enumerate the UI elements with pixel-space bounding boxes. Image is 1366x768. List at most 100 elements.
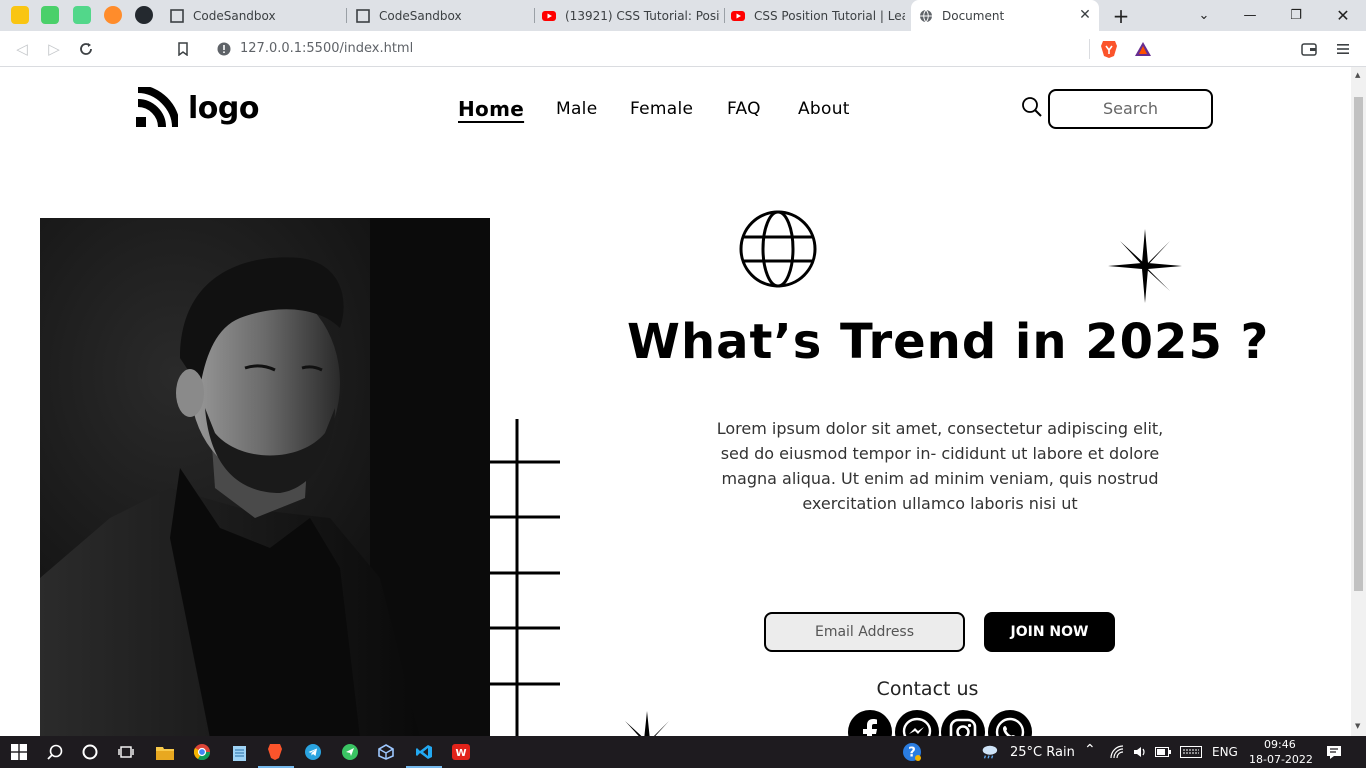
site-logo[interactable]: logo <box>136 87 259 129</box>
messenger-icon[interactable] <box>895 710 939 736</box>
scrollbar-thumb[interactable] <box>1354 97 1363 591</box>
codesandbox-icon <box>170 8 184 23</box>
notification-center-icon[interactable] <box>1325 743 1343 761</box>
cortana-icon[interactable] <box>81 743 99 761</box>
tab-youtube-css-tutorial[interactable]: (13921) CSS Tutorial: Positior <box>536 0 720 31</box>
browser-tab-strip: CodeSandbox CodeSandbox (13921) CSS Tuto… <box>0 0 1366 31</box>
tab-title: CodeSandbox <box>193 8 276 23</box>
chrome-icon[interactable] <box>193 743 211 761</box>
hamburger-icon <box>1337 44 1349 54</box>
send-app-icon[interactable] <box>341 743 359 761</box>
youtube-icon <box>542 10 556 21</box>
network-icon[interactable] <box>1108 743 1126 761</box>
battery-icon[interactable] <box>1154 743 1172 761</box>
brave-rewards-button[interactable] <box>1131 37 1155 61</box>
hero-portrait-image <box>40 218 490 736</box>
keyboard-icon[interactable] <box>1180 743 1202 761</box>
facebook-icon[interactable] <box>848 710 892 736</box>
email-field[interactable]: Email Address <box>764 612 965 652</box>
pinned-tab-github-icon[interactable] <box>135 6 153 24</box>
brave-shields-button[interactable] <box>1097 37 1121 61</box>
vscode-icon[interactable] <box>415 743 433 761</box>
nav-home-link[interactable]: Home <box>458 97 524 121</box>
clock-date[interactable]: 18-07-2022 <box>1249 753 1313 766</box>
nav-male-link[interactable]: Male <box>556 99 597 119</box>
search-input[interactable]: Search <box>1048 89 1213 129</box>
windows-start-icon[interactable] <box>10 743 28 761</box>
file-explorer-icon[interactable] <box>156 743 174 761</box>
tab-codesandbox-2[interactable]: CodeSandbox <box>348 0 528 31</box>
nav-female-link[interactable]: Female <box>630 99 693 119</box>
pinned-tab-code-icon[interactable] <box>41 6 59 24</box>
minimize-button[interactable]: — <box>1227 0 1273 31</box>
new-tab-button[interactable]: + <box>1098 0 1144 31</box>
logo-text: logo <box>188 90 259 126</box>
restore-button[interactable]: ❐ <box>1273 0 1319 31</box>
tab-search-chevron-icon[interactable]: ⌄ <box>1181 0 1227 31</box>
page-viewport: logo Home Male Female FAQ About Search W… <box>0 67 1351 736</box>
page-scrollbar[interactable]: ▲ ▼ <box>1351 67 1366 736</box>
notepad-icon[interactable] <box>230 743 248 761</box>
windows-taskbar: W ? 25°C Rain ⌃ ENG 09:46 18-07-2022 <box>0 736 1366 768</box>
ladder-decoration <box>490 419 560 736</box>
show-hidden-icons-chevron-icon[interactable]: ⌃ <box>1084 742 1096 758</box>
logo-rss-icon <box>136 87 178 128</box>
scroll-down-arrow[interactable]: ▼ <box>1355 722 1360 730</box>
speaker-icon[interactable] <box>1131 743 1149 761</box>
pinned-tab-keep-icon[interactable] <box>11 6 29 24</box>
nav-faq-link[interactable]: FAQ <box>727 99 761 119</box>
rewards-triangle-icon <box>1135 42 1151 56</box>
close-window-button[interactable]: ✕ <box>1320 0 1366 31</box>
weather-text[interactable]: 25°C Rain <box>1010 745 1075 760</box>
instagram-icon[interactable] <box>941 710 985 736</box>
tab-title: CodeSandbox <box>379 8 462 23</box>
nav-about-link[interactable]: About <box>798 99 850 119</box>
tab-title: (13921) CSS Tutorial: Positior <box>565 8 720 23</box>
globe-icon <box>920 9 932 23</box>
clock-time[interactable]: 09:46 <box>1264 738 1296 751</box>
wps-office-icon[interactable]: W <box>452 743 470 761</box>
info-icon[interactable] <box>217 42 231 56</box>
search-icon[interactable] <box>1021 96 1043 118</box>
language-indicator[interactable]: ENG <box>1212 745 1238 759</box>
url-field[interactable]: 127.0.0.1:5500/index.html <box>205 35 1161 63</box>
tab-codesandbox-1[interactable]: CodeSandbox <box>162 0 342 31</box>
whatsapp-icon[interactable] <box>988 710 1032 736</box>
url-host: 127.0.0.1 <box>240 41 303 56</box>
wallet-icon <box>1301 42 1317 56</box>
bookmark-icon <box>178 42 188 56</box>
reload-icon <box>80 43 92 55</box>
back-button[interactable]: ◁ <box>10 37 34 61</box>
sparkle-star-icon <box>625 711 669 736</box>
pinned-tab-firefox-icon[interactable] <box>104 6 122 24</box>
brave-browser-icon[interactable] <box>266 743 284 761</box>
svg-text:?: ? <box>908 746 916 761</box>
tab-close-icon[interactable]: ✕ <box>1077 7 1093 23</box>
virtualbox-icon[interactable] <box>377 743 395 761</box>
wallet-button[interactable] <box>1297 37 1321 61</box>
tab-title: CSS Position Tutorial | Learn <box>754 8 905 23</box>
telegram-icon[interactable] <box>304 743 322 761</box>
join-now-button[interactable]: JOIN NOW <box>984 612 1115 652</box>
tab-separator <box>346 8 347 23</box>
address-bar-row: ◁ ▷ 127.0.0.1:5500/index.html <box>0 31 1366 67</box>
pinned-tab-play-icon[interactable] <box>73 6 91 24</box>
youtube-icon <box>731 10 745 21</box>
url-text: 127.0.0.1:5500/index.html <box>240 41 413 56</box>
task-view-icon[interactable] <box>117 743 135 761</box>
scroll-up-arrow[interactable]: ▲ <box>1355 71 1360 79</box>
hero-paragraph: Lorem ipsum dolor sit amet, consectetur … <box>716 419 1164 513</box>
tab-title: Document <box>942 8 1005 23</box>
help-icon[interactable]: ? <box>902 742 922 762</box>
tab-separator <box>534 8 535 23</box>
menu-button[interactable] <box>1331 37 1355 61</box>
search-icon[interactable] <box>46 743 64 761</box>
bookmark-button[interactable] <box>171 37 195 61</box>
reload-button[interactable] <box>74 37 98 61</box>
forward-button[interactable]: ▷ <box>42 37 66 61</box>
weather-rain-icon[interactable] <box>980 743 998 761</box>
tab-document-active[interactable]: Document ✕ <box>911 0 1099 31</box>
url-path: :5500/index.html <box>302 41 414 56</box>
codesandbox-icon <box>356 8 370 23</box>
tab-youtube-css-position[interactable]: CSS Position Tutorial | Learn <box>725 0 905 31</box>
